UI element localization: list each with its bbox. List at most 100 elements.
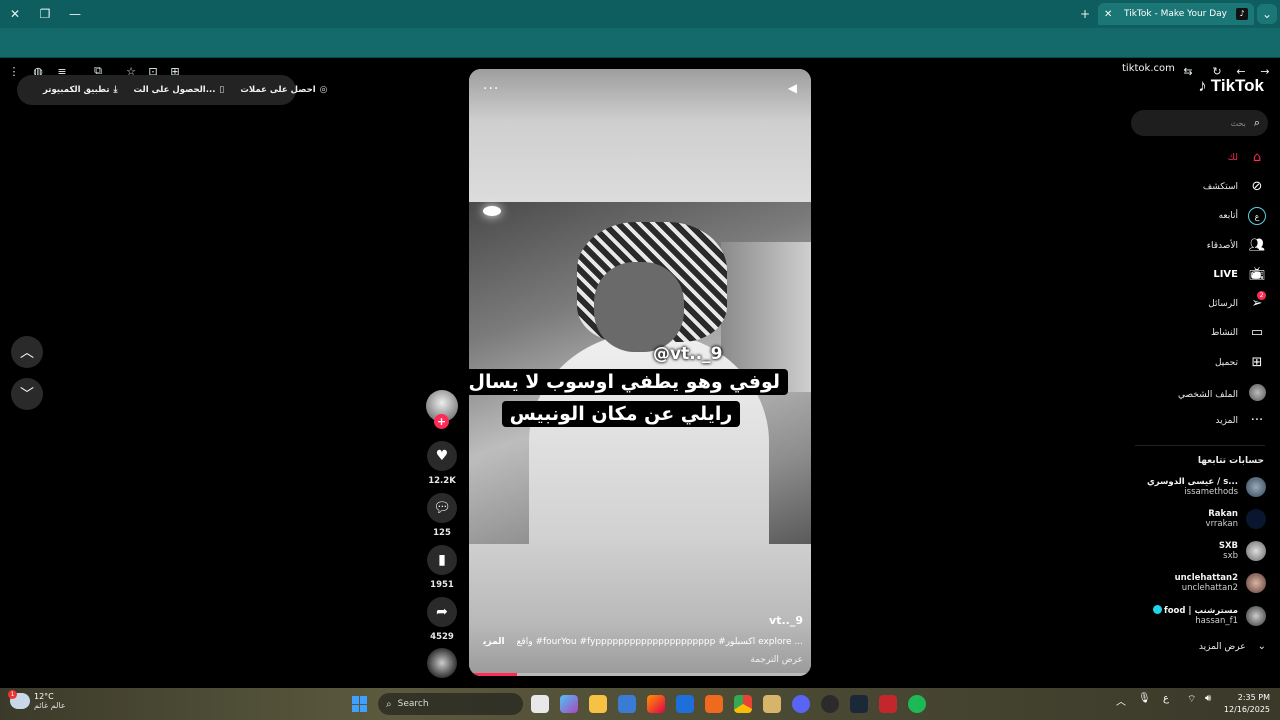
app-icon[interactable] xyxy=(879,695,897,713)
volume-icon[interactable]: 🔊︎ xyxy=(1205,693,1211,704)
account-avatar xyxy=(1246,573,1266,593)
steam-icon[interactable] xyxy=(850,695,868,713)
wifi-icon[interactable]: ⌔ xyxy=(1187,693,1196,706)
close-icon[interactable]: ✕ xyxy=(5,4,25,24)
share-icon[interactable]: ➦ xyxy=(427,597,457,627)
see-more-button[interactable]: عرض المزيد ⌄ xyxy=(1199,641,1266,652)
phone-icon: ▯ xyxy=(219,85,225,95)
copilot-icon[interactable] xyxy=(560,695,578,713)
nav-friends-label: الأصدقاء xyxy=(1206,240,1238,251)
upload-plus-icon: ⊞ xyxy=(1251,355,1263,370)
video-player[interactable]: @vt.._9 لوفي وهو يطفي اوسوب لا يسال رايل… xyxy=(469,69,811,676)
following-account-item[interactable]: عيسى الدوسري / s... issamethods xyxy=(1147,477,1266,497)
nav-messages-label: الرسائل xyxy=(1208,298,1238,309)
system-clock[interactable]: 2:35 PM 12/16/2025 xyxy=(1224,692,1270,716)
discord-icon[interactable] xyxy=(792,695,810,713)
file-explorer-icon[interactable] xyxy=(589,695,607,713)
inbox-icon: ▭ xyxy=(1250,325,1264,340)
nav-profile[interactable]: الملف الشخصي xyxy=(1178,384,1266,405)
github-icon[interactable] xyxy=(821,695,839,713)
browser-tab[interactable]: ✕ TikTok - Make Your Day ♪ xyxy=(1098,3,1254,25)
paper-plane-icon: ➢ 2 xyxy=(1248,291,1266,311)
site-settings-icon[interactable]: ⇆ xyxy=(1178,61,1198,81)
account-name: unclehattan2 xyxy=(1174,573,1238,583)
account-handle: hassan_f1 xyxy=(1195,616,1238,626)
comment-icon[interactable]: 💬︎ xyxy=(427,493,457,523)
previous-video-button[interactable]: ︿ xyxy=(11,336,43,368)
video-more-options-icon[interactable]: ··· xyxy=(483,81,499,97)
weather-badge: 1 xyxy=(8,690,17,699)
video-progress-bar[interactable] xyxy=(469,673,811,676)
tray-overflow-icon[interactable]: ︿ xyxy=(1116,693,1126,708)
new-tab-icon[interactable]: + xyxy=(1075,4,1095,24)
search-icon[interactable]: ⌕ xyxy=(1254,116,1260,130)
nav-activity[interactable]: النشاط ▭ xyxy=(1211,325,1266,340)
task-view-icon[interactable] xyxy=(531,695,549,713)
microphone-icon[interactable]: 🎙︎ xyxy=(1138,693,1151,704)
nav-explore[interactable]: استكشف ⊘ xyxy=(1203,179,1266,194)
restore-icon[interactable]: ❐ xyxy=(35,4,55,24)
app-icon[interactable] xyxy=(763,695,781,713)
bookmark-icon[interactable]: ▮ xyxy=(427,545,457,575)
heart-icon[interactable]: ♥ xyxy=(427,441,457,471)
clock-time: 2:35 PM xyxy=(1237,693,1270,702)
store-icon[interactable] xyxy=(618,695,636,713)
volume-icon[interactable]: ◀ xyxy=(788,81,797,95)
clock-date: 12/16/2025 xyxy=(1223,705,1270,714)
following-account-item[interactable]: SXB sxb xyxy=(1219,541,1266,561)
app-icon[interactable] xyxy=(705,695,723,713)
save-action[interactable]: ▮ 1951 xyxy=(426,545,458,590)
share-action[interactable]: ➦ 4529 xyxy=(426,597,458,642)
cloud-icon: 1 xyxy=(8,690,30,709)
account-handle: sxb xyxy=(1223,551,1238,561)
windows-start-icon[interactable] xyxy=(352,696,368,712)
person-face xyxy=(594,262,684,352)
like-action[interactable]: ♥ 12.2K xyxy=(426,441,458,486)
nav-upload[interactable]: تحميل ⊞ xyxy=(1215,355,1266,370)
following-account-item[interactable]: Rakan vrrakan xyxy=(1206,509,1266,529)
language-indicator[interactable]: ع xyxy=(1163,693,1169,704)
nav-foryou[interactable]: لك ⌂ xyxy=(1228,150,1266,165)
description-more-link[interactable]: المزيد xyxy=(483,637,505,647)
nav-live[interactable]: LIVE 📺︎ xyxy=(1213,267,1266,282)
comment-action[interactable]: 💬︎ 125 xyxy=(426,493,458,538)
see-more-label: عرض المزيد xyxy=(1198,641,1246,652)
taskbar-search[interactable]: ⌕ Search xyxy=(378,693,523,715)
account-avatar xyxy=(1246,605,1266,626)
tiktok-logo[interactable]: ♪ TikTok xyxy=(1198,76,1264,96)
firefox-icon[interactable] xyxy=(647,695,665,713)
see-translation-link[interactable]: عرض الترجمة xyxy=(750,655,803,665)
nav-more[interactable]: المزيد ··· xyxy=(1215,413,1266,428)
url-text[interactable]: tiktok.com xyxy=(1122,63,1175,74)
video-author[interactable]: vt.._9 xyxy=(769,614,803,627)
minimize-icon[interactable]: — xyxy=(65,4,85,24)
search-input[interactable]: بحث ⌕ xyxy=(1131,110,1268,136)
comment-count: 125 xyxy=(433,528,451,538)
following-avatar-icon: ع xyxy=(1248,207,1266,225)
following-account-item[interactable]: food | مسترشنب hassan_f1 xyxy=(1153,605,1266,626)
get-coins-button[interactable]: احصل على عملات ◎ xyxy=(240,85,327,95)
desktop-app-button[interactable]: تطبيق الكمبيوتر ⤓ xyxy=(43,85,118,95)
tab-list-icon[interactable]: ⌄ xyxy=(1257,4,1277,24)
nav-messages[interactable]: الرسائل ➢ 2 xyxy=(1208,291,1266,311)
nav-profile-label: الملف الشخصي xyxy=(1178,389,1238,400)
music-disc-icon[interactable] xyxy=(427,648,457,678)
verified-badge-icon xyxy=(1153,605,1162,614)
account-avatar xyxy=(1246,477,1266,497)
weather-widget[interactable]: 1 12°C عالم غائم xyxy=(8,690,66,710)
weather-temp: 12°C xyxy=(34,692,54,701)
chrome-icon[interactable] xyxy=(734,695,752,713)
outlook-icon[interactable] xyxy=(676,695,694,713)
get-app-button[interactable]: الحصول على الت... ▯ xyxy=(134,85,225,95)
account-handle: issamethods xyxy=(1184,487,1238,497)
spotify-icon[interactable] xyxy=(908,695,926,713)
follow-plus-button[interactable]: + xyxy=(434,414,449,429)
nav-friends[interactable]: الأصدقاء 👥︎ xyxy=(1207,238,1266,253)
following-account-item[interactable]: unclehattan2 unclehattan2 xyxy=(1175,573,1266,593)
video-handle-overlay: @vt.._9 xyxy=(653,344,723,364)
tab-close-icon[interactable]: ✕ xyxy=(1104,9,1118,20)
nav-more-label: المزيد xyxy=(1215,415,1238,426)
next-video-button[interactable]: ﹀ xyxy=(11,378,43,410)
nav-following[interactable]: أتابعه ع xyxy=(1219,207,1266,225)
live-tv-icon: 📺︎ xyxy=(1248,267,1266,282)
